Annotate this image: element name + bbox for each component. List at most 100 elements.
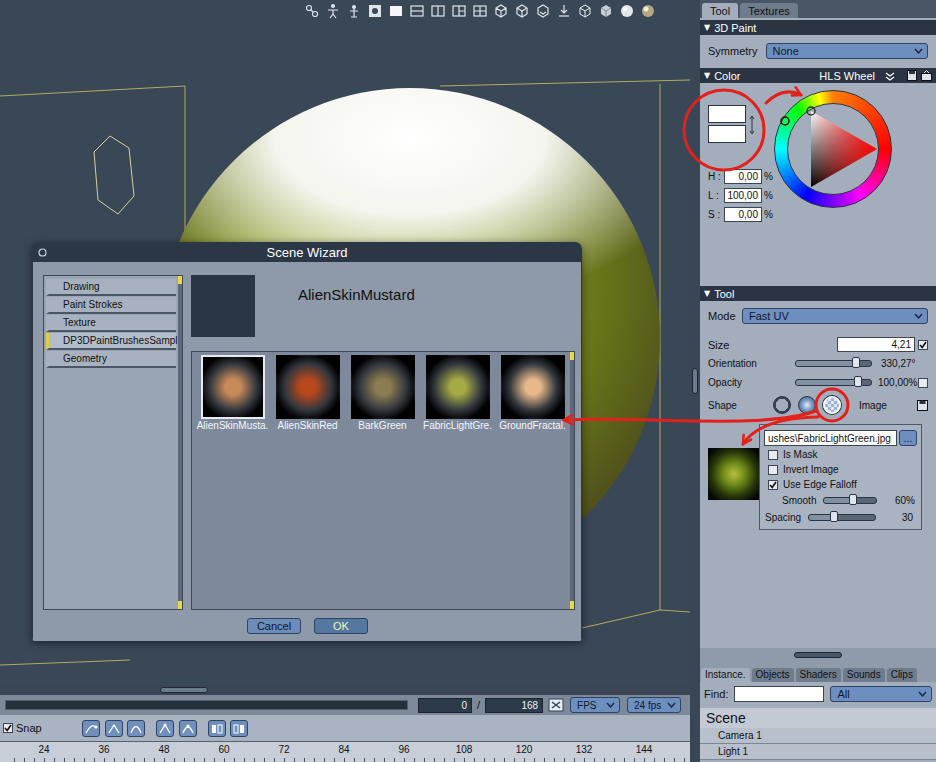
slider-track[interactable] bbox=[823, 497, 877, 504]
ease-in-button[interactable] bbox=[105, 720, 123, 737]
vertical-splitter[interactable] bbox=[690, 0, 700, 762]
loop-icon[interactable] bbox=[548, 698, 564, 712]
frame-rate-dropdown[interactable]: 24 fps bbox=[627, 697, 681, 713]
brush-item[interactable]: GroundFractal. bbox=[495, 355, 570, 431]
slider-knob[interactable] bbox=[830, 511, 838, 522]
linear-button[interactable] bbox=[179, 720, 197, 737]
paste-key-button[interactable] bbox=[230, 720, 248, 737]
joint-icon[interactable] bbox=[304, 3, 320, 19]
checkbox[interactable] bbox=[768, 465, 778, 475]
section-header[interactable]: ▼Tool bbox=[700, 286, 936, 301]
single-view-icon[interactable] bbox=[388, 3, 404, 19]
filter-dropdown[interactable]: All bbox=[830, 686, 932, 702]
dialog-title-bar[interactable]: Scene Wizard bbox=[32, 242, 582, 262]
swap-colors-icon[interactable] bbox=[748, 105, 756, 145]
splitter-handle[interactable] bbox=[692, 368, 698, 394]
slider-knob[interactable] bbox=[854, 376, 862, 387]
scene-tab[interactable]: Sounds bbox=[843, 668, 885, 682]
load-preset-icon[interactable] bbox=[921, 70, 932, 81]
slider-track[interactable] bbox=[795, 379, 872, 386]
slider-knob[interactable] bbox=[852, 357, 860, 368]
ok-button[interactable]: OK bbox=[314, 618, 368, 634]
wire-cube-icon[interactable] bbox=[493, 3, 509, 19]
color-wheel[interactable] bbox=[774, 90, 892, 208]
background-swatch[interactable] bbox=[708, 125, 746, 143]
category-item[interactable]: Texture bbox=[46, 315, 176, 332]
bounding-box-icon[interactable] bbox=[577, 3, 593, 19]
three-view-icon[interactable] bbox=[451, 3, 467, 19]
save-preset-icon[interactable] bbox=[907, 70, 917, 81]
brush-item[interactable]: BarkGreen bbox=[345, 355, 420, 431]
hls-field[interactable]: 0,00 bbox=[724, 169, 762, 184]
color-triangle[interactable] bbox=[774, 90, 892, 208]
smooth-sphere-icon[interactable] bbox=[619, 3, 635, 19]
end-frame-field[interactable]: 168 bbox=[485, 698, 543, 713]
side-view-icon[interactable] bbox=[430, 3, 446, 19]
checkbox[interactable] bbox=[918, 378, 928, 388]
browse-button[interactable]: ... bbox=[899, 430, 917, 446]
scene-item[interactable]: Camera 1 bbox=[700, 728, 936, 744]
time-mode-dropdown[interactable]: FPS bbox=[570, 697, 620, 713]
light-icon[interactable] bbox=[556, 3, 572, 19]
brush-item[interactable]: AlienSkinMusta. bbox=[195, 355, 270, 431]
scene-tab[interactable]: Instance. bbox=[701, 668, 750, 682]
list-scrollbar[interactable] bbox=[178, 276, 182, 609]
two-view-icon[interactable] bbox=[409, 3, 425, 19]
hidden-line-icon[interactable] bbox=[514, 3, 530, 19]
horizontal-splitter[interactable] bbox=[700, 648, 936, 662]
panel-tab[interactable]: Textures bbox=[740, 3, 798, 18]
section-header[interactable]: ▼3D Paint bbox=[700, 20, 936, 35]
image-shape-radio[interactable] bbox=[823, 396, 841, 414]
time-ruler[interactable]: 24364860728496108120132144 bbox=[0, 741, 690, 762]
checkbox[interactable] bbox=[918, 340, 928, 350]
hls-field[interactable]: 100,00 bbox=[724, 188, 762, 203]
category-item[interactable]: Geometry bbox=[46, 351, 176, 368]
lit-wire-icon[interactable] bbox=[535, 3, 551, 19]
category-item[interactable]: DP3DPaintBrushesSampl bbox=[46, 333, 176, 350]
checkbox[interactable] bbox=[3, 723, 13, 733]
scene-tab[interactable]: Clips bbox=[887, 668, 917, 682]
splitter-handle[interactable] bbox=[794, 652, 842, 658]
slider-track[interactable] bbox=[795, 360, 872, 367]
hls-field[interactable]: 0,00 bbox=[724, 207, 762, 222]
foreground-swatch[interactable] bbox=[708, 105, 746, 123]
scene-item[interactable]: Light 1 bbox=[700, 744, 936, 760]
slider-knob[interactable] bbox=[849, 494, 857, 505]
panel-tab[interactable]: Tool bbox=[702, 3, 738, 18]
category-item[interactable]: Paint Strokes bbox=[46, 297, 176, 314]
mode-dropdown[interactable]: Fast UV bbox=[742, 308, 928, 324]
picker-mode[interactable]: HLS Wheel bbox=[819, 70, 875, 82]
step-button[interactable] bbox=[156, 720, 174, 737]
checkbox[interactable] bbox=[768, 480, 778, 490]
textured-sphere-icon[interactable] bbox=[640, 3, 656, 19]
cancel-button[interactable]: Cancel bbox=[247, 618, 301, 634]
scene-tab[interactable]: Shaders bbox=[796, 668, 841, 682]
brush-item[interactable]: AlienSkinRed bbox=[270, 355, 345, 431]
gallery-scrollbar[interactable] bbox=[570, 352, 574, 609]
menu-icon[interactable] bbox=[885, 71, 895, 81]
add-key-button[interactable] bbox=[82, 720, 100, 737]
four-view-icon[interactable] bbox=[472, 3, 488, 19]
close-icon[interactable] bbox=[38, 248, 47, 257]
smooth-cube-icon[interactable] bbox=[598, 3, 614, 19]
save-brush-icon[interactable] bbox=[917, 400, 928, 411]
checkbox[interactable] bbox=[768, 450, 778, 460]
symmetry-dropdown[interactable]: None bbox=[766, 43, 929, 59]
brush-item[interactable]: FabricLightGre. bbox=[420, 355, 495, 431]
current-frame-field[interactable]: 0 bbox=[418, 698, 472, 713]
timeline-scrollbar[interactable] bbox=[5, 700, 408, 710]
soft-shape-radio[interactable] bbox=[798, 396, 816, 414]
node-icon[interactable] bbox=[346, 3, 362, 19]
ease-out-button[interactable] bbox=[127, 720, 145, 737]
size-field[interactable]: 4,21 bbox=[837, 337, 915, 352]
section-header[interactable]: ▼ColorHLS Wheel bbox=[700, 68, 936, 83]
scene-tab[interactable]: Objects bbox=[752, 668, 794, 682]
category-item[interactable]: Drawing bbox=[46, 279, 176, 296]
figure-icon[interactable] bbox=[325, 3, 341, 19]
copy-key-button[interactable] bbox=[208, 720, 226, 737]
image-path-field[interactable]: ushes\FabricLightGreen.jpg bbox=[764, 430, 897, 446]
panel-handle[interactable] bbox=[160, 687, 208, 693]
find-field[interactable] bbox=[734, 686, 824, 702]
hard-shape-radio[interactable] bbox=[773, 396, 791, 414]
camera-view-icon[interactable] bbox=[367, 3, 383, 19]
